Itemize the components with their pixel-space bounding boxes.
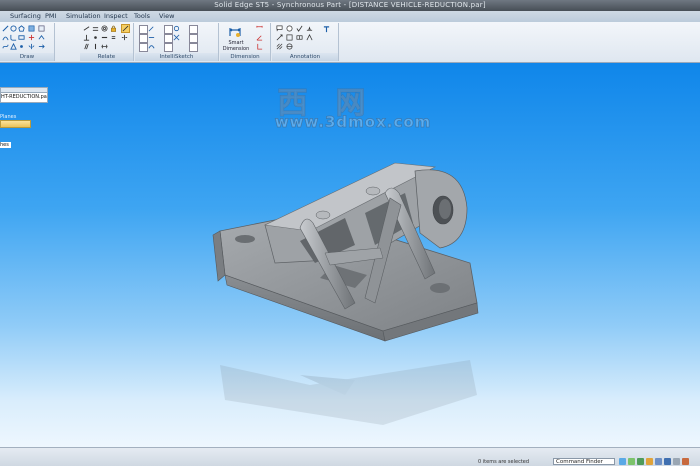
concentric-icon[interactable]	[101, 25, 108, 32]
point-icon[interactable]	[18, 43, 25, 50]
polygon-icon[interactable]	[18, 25, 25, 32]
ribbon: Draw Relate IntelliSketch Smart Dimensio…	[0, 22, 700, 63]
pathfinder-sketches-item[interactable]: hes	[0, 142, 11, 148]
connect-icon[interactable]	[92, 34, 99, 41]
group-label-dimension: Dimension	[220, 53, 270, 61]
selection-status: 0 items are selected	[478, 459, 530, 465]
pathfinder-planes-selector[interactable]	[0, 120, 31, 128]
status-bar: 0 items are selected Command Finder	[0, 447, 700, 466]
group-intellisketch: IntelliSketch	[135, 23, 219, 61]
cross-hatch-icon[interactable]	[276, 43, 283, 50]
line-icon[interactable]	[2, 25, 9, 32]
balloon-icon[interactable]	[286, 25, 293, 32]
tab-view[interactable]: View	[159, 11, 174, 22]
tab-inspect[interactable]: Inspect	[104, 11, 128, 22]
group-label-relate: Relate	[80, 53, 133, 61]
triangle-icon[interactable]	[10, 43, 17, 50]
smart-dimension-icon[interactable]	[228, 24, 242, 38]
mirror-icon[interactable]	[28, 43, 35, 50]
angle-between-icon[interactable]	[256, 34, 263, 41]
relationship-handles-icon[interactable]	[121, 24, 130, 33]
vertical-icon[interactable]	[92, 43, 99, 50]
pan-icon[interactable]	[646, 458, 653, 465]
checkbox-icon[interactable]	[189, 34, 198, 43]
checkbox-icon[interactable]	[164, 43, 173, 52]
arc-icon[interactable]	[2, 34, 9, 41]
watermark-url: www.3dmox.com	[274, 113, 432, 132]
collinear-icon[interactable]	[101, 34, 108, 41]
endpoint-icon[interactable]	[148, 25, 155, 32]
distance-between-icon[interactable]	[256, 25, 263, 32]
group-draw: Draw	[0, 23, 55, 61]
pathfinder-file-name[interactable]: HT-REDUCTION.par	[0, 92, 48, 103]
checkbox-icon[interactable]	[139, 25, 148, 34]
surface-texture-icon[interactable]	[296, 25, 303, 32]
text-box-icon[interactable]	[323, 26, 330, 33]
watermark-chinese-text: 西网	[277, 86, 394, 122]
checkbox-icon[interactable]	[139, 43, 148, 52]
command-finder-input[interactable]: Command Finder	[553, 458, 615, 465]
circle-icon[interactable]	[10, 25, 17, 32]
horizontal-icon[interactable]	[83, 25, 90, 32]
weld-symbol-icon[interactable]	[306, 25, 313, 32]
perpendicular-icon[interactable]	[83, 34, 90, 41]
part-reflection	[220, 360, 477, 425]
edge-condition-icon[interactable]	[306, 34, 313, 41]
checkbox-icon[interactable]	[164, 34, 173, 43]
checkbox-icon[interactable]	[189, 25, 198, 34]
view-orientation-icon[interactable]	[682, 458, 689, 465]
tab-tools[interactable]: Tools	[134, 11, 150, 22]
watermark: 西网 www.3dmox.com	[223, 78, 448, 132]
zoom-area-icon[interactable]	[637, 458, 644, 465]
parallel-icon[interactable]	[83, 43, 90, 50]
symmetric-icon[interactable]	[121, 34, 128, 41]
move-icon[interactable]	[38, 43, 45, 50]
smart-dimension-label-2[interactable]: Dimension	[222, 46, 250, 52]
midpoint-icon[interactable]	[148, 34, 155, 41]
group-label-intellisketch: IntelliSketch	[135, 53, 218, 61]
leader-icon[interactable]	[276, 34, 283, 41]
group-label-annotation: Annotation	[272, 53, 338, 61]
callout-icon[interactable]	[276, 25, 283, 32]
part-model[interactable]	[205, 153, 485, 343]
silhouette-icon[interactable]	[148, 43, 155, 50]
tab-pmi[interactable]: PMI	[45, 11, 56, 22]
rectangle-icon[interactable]	[18, 34, 25, 41]
sketch-view-icon[interactable]	[664, 458, 671, 465]
tab-surfacing[interactable]: Surfacing	[10, 11, 41, 22]
equal-icon[interactable]	[110, 34, 117, 41]
shaded-view-icon[interactable]	[673, 458, 680, 465]
group-annotation: Annotation	[272, 23, 339, 61]
lock-icon[interactable]	[110, 25, 117, 32]
view-fit-icon[interactable]	[628, 458, 635, 465]
rotate-icon[interactable]	[655, 458, 662, 465]
rigid-icon[interactable]	[101, 43, 108, 50]
curve-icon[interactable]	[2, 43, 9, 50]
offset-icon[interactable]	[38, 34, 45, 41]
help-icon[interactable]	[619, 458, 626, 465]
fill-icon[interactable]	[28, 25, 35, 32]
datum-frame-icon[interactable]	[286, 34, 293, 41]
group-relate: Relate	[80, 23, 134, 61]
window-title: Solid Edge ST5 - Synchronous Part - [DIS…	[214, 1, 486, 9]
checkbox-icon[interactable]	[189, 43, 198, 52]
coordinate-dimension-icon[interactable]	[256, 43, 263, 50]
center-icon[interactable]	[173, 25, 180, 32]
tab-simulation[interactable]: Simulation	[66, 11, 101, 22]
group-label-draw: Draw	[0, 53, 54, 61]
group-dimension: Smart Dimension Dimension	[220, 23, 271, 61]
datum-target-icon[interactable]	[286, 43, 293, 50]
fillet-icon[interactable]	[10, 34, 17, 41]
text-icon[interactable]	[38, 25, 45, 32]
tangent-icon[interactable]	[92, 25, 99, 32]
intersection-icon[interactable]	[173, 34, 180, 41]
graphics-window[interactable]: 西网 www.3dmox.com HT-REDUCTION.par Planes…	[0, 63, 700, 447]
title-bar: Solid Edge ST5 - Synchronous Part - [DIS…	[0, 0, 700, 11]
checkbox-icon[interactable]	[139, 34, 148, 43]
trim-icon[interactable]	[28, 34, 35, 41]
feature-control-frame-icon[interactable]	[296, 34, 303, 41]
checkbox-icon[interactable]	[164, 25, 173, 34]
